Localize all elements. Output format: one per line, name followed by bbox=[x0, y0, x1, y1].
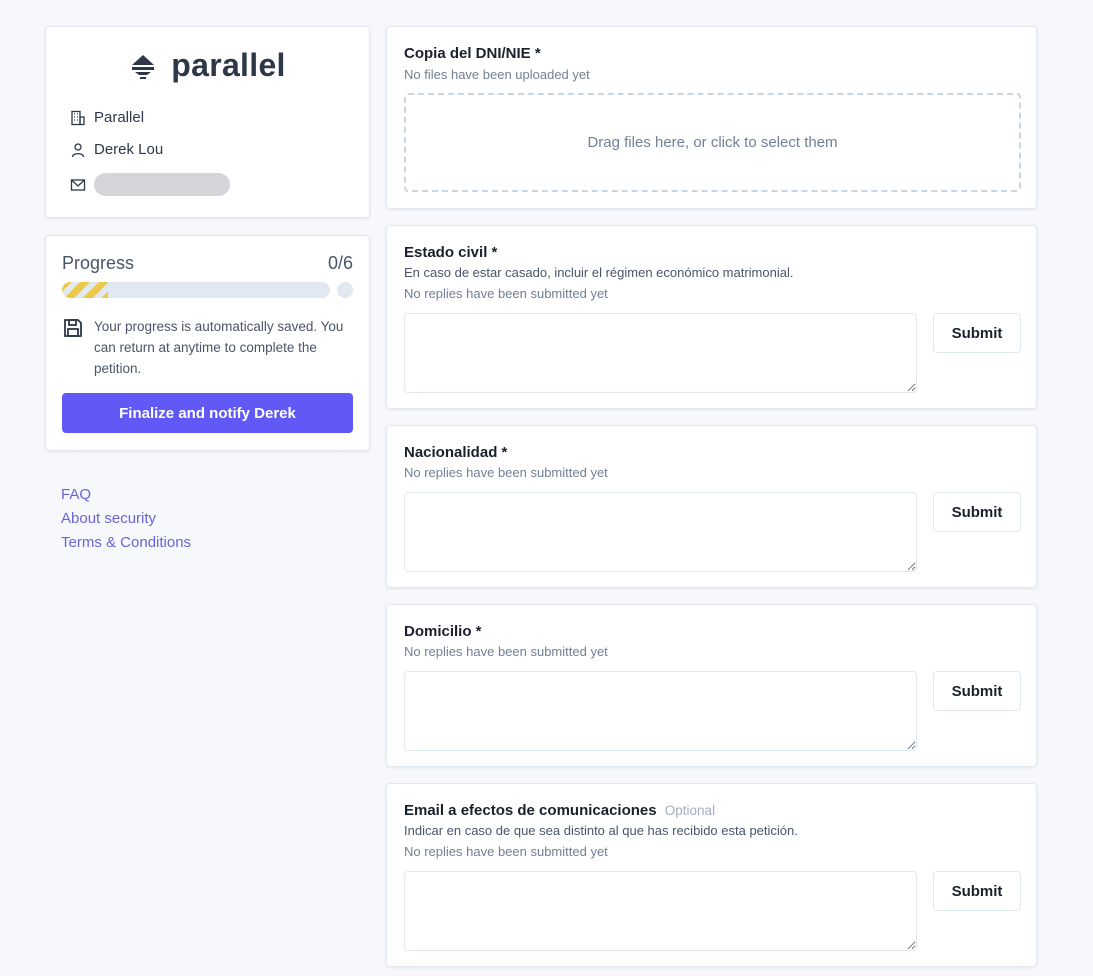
finalize-button[interactable]: Finalize and notify Derek bbox=[62, 393, 353, 433]
building-icon bbox=[71, 110, 85, 125]
field-status: No replies have been submitted yet bbox=[404, 465, 608, 480]
terms-link[interactable]: Terms & Conditions bbox=[61, 533, 191, 552]
field-card-dni: Copia del DNI/NIE * No files have been u… bbox=[386, 26, 1037, 209]
contact-email bbox=[70, 173, 230, 196]
contact-name: Derek Lou bbox=[70, 141, 163, 158]
autosave-text: Your progress is automatically saved. Yo… bbox=[94, 319, 344, 376]
progress-bar-fill bbox=[62, 282, 108, 298]
organization-name: Parallel bbox=[94, 109, 145, 126]
field-title: Copia del DNI/NIE * bbox=[404, 45, 541, 62]
field-title: Domicilio * bbox=[404, 623, 482, 640]
progress-label: Progress bbox=[62, 253, 135, 273]
field-title-text: Email a efectos de comunicaciones bbox=[404, 802, 657, 819]
field-status: No files have been uploaded yet bbox=[404, 67, 590, 82]
field-description: En caso de estar casado, incluir el régi… bbox=[404, 265, 794, 280]
redacted-email bbox=[94, 173, 230, 196]
contact-organization: Parallel bbox=[70, 109, 144, 126]
field-title: Estado civil * bbox=[404, 244, 498, 261]
faq-link[interactable]: FAQ bbox=[61, 485, 191, 504]
reply-textarea[interactable] bbox=[404, 671, 917, 751]
field-title: Email a efectos de comunicaciones Option… bbox=[404, 802, 715, 819]
field-status: No replies have been submitted yet bbox=[404, 844, 608, 859]
autosave-note: Your progress is automatically saved. Yo… bbox=[62, 316, 353, 379]
field-card-domicilio: Domicilio * No replies have been submitt… bbox=[386, 604, 1037, 767]
submit-button[interactable]: Submit bbox=[933, 313, 1021, 353]
progress-bar bbox=[62, 282, 330, 298]
save-icon bbox=[64, 319, 82, 337]
about-security-link[interactable]: About security bbox=[61, 509, 191, 528]
submit-button[interactable]: Submit bbox=[933, 671, 1021, 711]
submit-button[interactable]: Submit bbox=[933, 492, 1021, 532]
contact-card: parallel Parallel Derek Lou bbox=[45, 26, 370, 218]
field-description: Indicar en caso de que sea distinto al q… bbox=[404, 823, 798, 838]
mail-icon bbox=[70, 178, 86, 191]
logo-text: parallel bbox=[171, 47, 286, 83]
field-status: No replies have been submitted yet bbox=[404, 644, 608, 659]
progress-end-dot bbox=[337, 282, 353, 298]
field-card-nacionalidad: Nacionalidad * No replies have been subm… bbox=[386, 425, 1037, 588]
submit-button[interactable]: Submit bbox=[933, 871, 1021, 911]
file-dropzone[interactable]: Drag files here, or click to select them bbox=[404, 93, 1021, 192]
field-title: Nacionalidad * bbox=[404, 444, 508, 461]
reply-textarea[interactable] bbox=[404, 871, 917, 951]
user-icon bbox=[71, 142, 85, 157]
field-status: No replies have been submitted yet bbox=[404, 286, 608, 301]
progress-count: 0/6 bbox=[327, 253, 353, 273]
reply-textarea[interactable] bbox=[404, 313, 917, 393]
progress-card: Progress 0/6 Your progress is automatica… bbox=[45, 235, 370, 451]
logo: parallel bbox=[46, 47, 369, 84]
optional-badge: Optional bbox=[664, 803, 716, 818]
field-card-email: Email a efectos de comunicaciones Option… bbox=[386, 783, 1037, 967]
field-card-estado-civil: Estado civil * En caso de estar casado, … bbox=[386, 225, 1037, 409]
footer-links: FAQ About security Terms & Conditions bbox=[61, 485, 191, 552]
reply-textarea[interactable] bbox=[404, 492, 917, 572]
user-name: Derek Lou bbox=[94, 141, 164, 158]
parallel-logo-icon bbox=[132, 54, 155, 79]
